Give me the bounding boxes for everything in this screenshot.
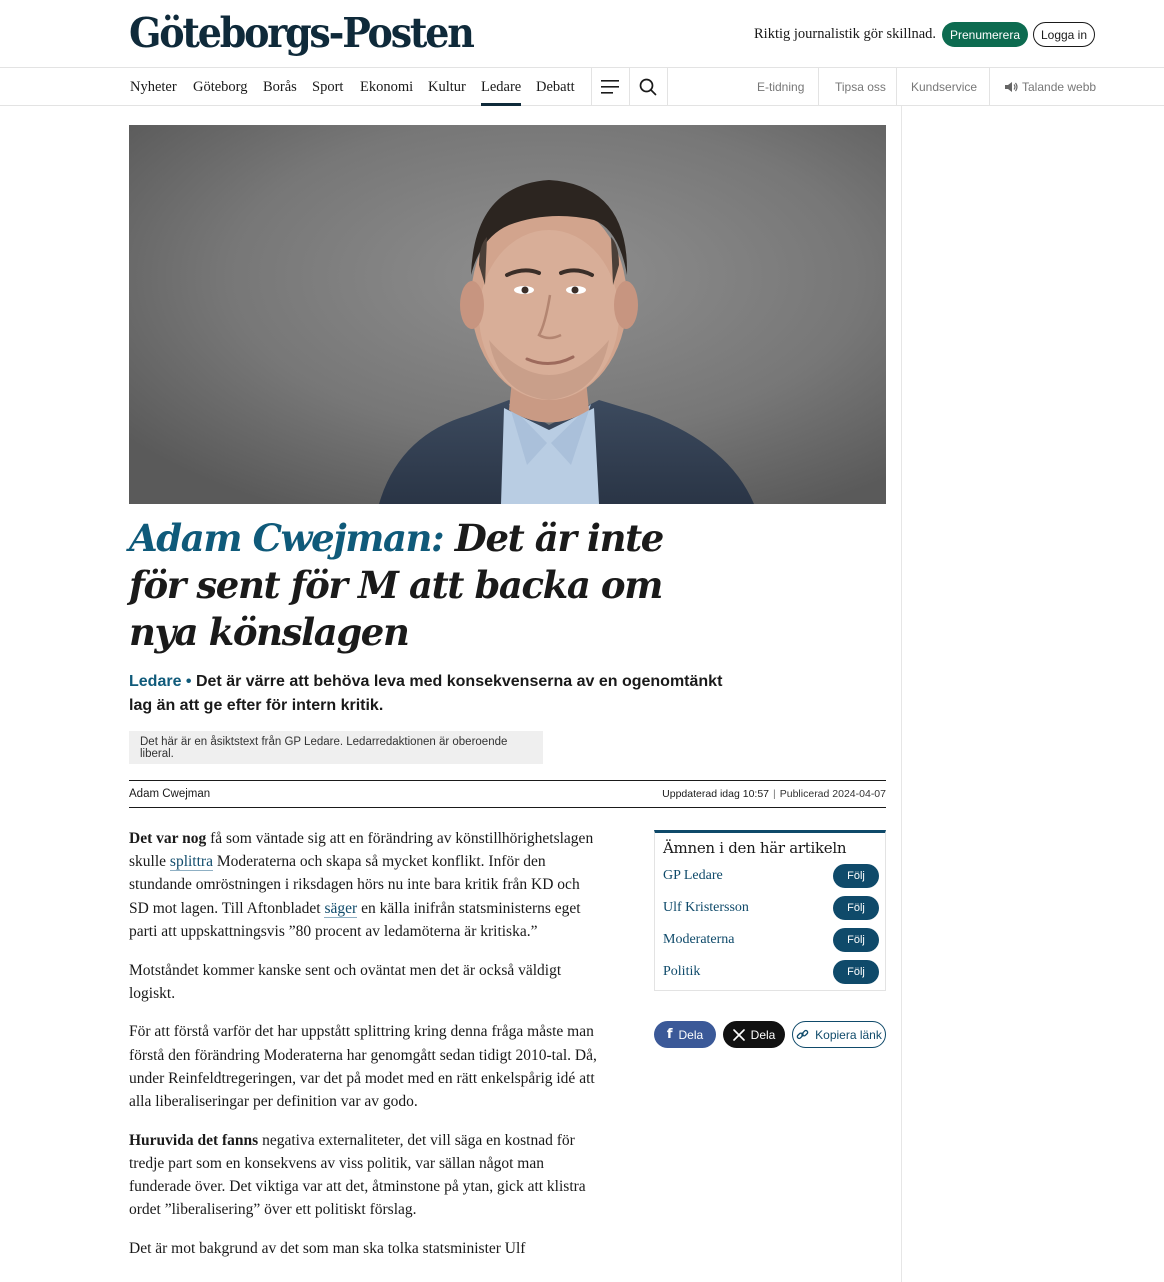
nav-divider xyxy=(667,68,668,106)
updated-time: Uppdaterad idag 10:57 xyxy=(662,788,770,800)
login-button[interactable]: Logga in xyxy=(1033,22,1095,47)
opinion-notice: Det här är en åsiktstext från GP Ledare.… xyxy=(129,731,543,764)
section-label[interactable]: Ledare xyxy=(129,673,181,690)
site-logo[interactable]: Göteborgs-Posten xyxy=(129,8,475,57)
nav-item-sport[interactable]: Sport xyxy=(312,68,343,106)
share-x-label: Dela xyxy=(750,1027,776,1042)
nav-item-goteborg[interactable]: Göteborg xyxy=(193,68,248,106)
topic-row: GP Ledare Följ xyxy=(663,864,879,888)
follow-button[interactable]: Följ xyxy=(833,960,879,984)
portrait-photo xyxy=(129,125,886,504)
inline-link-splittra[interactable]: splittra xyxy=(169,853,213,872)
topics-title: Ämnen i den här artikeln xyxy=(663,839,847,857)
follow-button[interactable]: Följ xyxy=(833,864,879,888)
copy-link-label: Kopiera länk xyxy=(815,1027,882,1042)
topic-link[interactable]: Ulf Kristersson xyxy=(663,900,749,916)
body-paragraph: För att förstå varför det har uppstått s… xyxy=(129,1023,597,1111)
body-paragraph: Motståndet kommer kanske sent och ovänta… xyxy=(129,961,562,1002)
share-facebook-label: Dela xyxy=(678,1027,704,1042)
nav-link-kundservice[interactable]: Kundservice xyxy=(911,68,977,106)
facebook-icon: f xyxy=(666,1027,673,1042)
topic-row: Politik Följ xyxy=(663,960,879,984)
nav-link-tipsa[interactable]: Tipsa oss xyxy=(835,68,886,106)
follow-button[interactable]: Följ xyxy=(833,896,879,920)
article-dates: Uppdaterad idag 10:57 | Publicerad 2024-04… xyxy=(662,788,886,800)
speaker-icon xyxy=(1004,81,1018,93)
follow-button[interactable]: Följ xyxy=(833,928,879,952)
nav-item-kultur[interactable]: Kultur xyxy=(428,68,466,106)
inline-link-sager[interactable]: säger xyxy=(324,899,358,918)
x-icon xyxy=(732,1028,745,1041)
body-paragraph: Huruvida det fanns negativa externalitet… xyxy=(129,1129,599,1222)
topic-link[interactable]: Politik xyxy=(663,964,700,980)
link-icon xyxy=(796,1028,809,1041)
paragraph-lead-bold: Huruvida det fanns xyxy=(129,1131,259,1149)
nav-link-talande-webb[interactable]: Talande webb xyxy=(1004,68,1096,106)
article-topics-box: Ämnen i den här artikeln GP Ledare Följ … xyxy=(654,830,886,991)
column-divider xyxy=(901,106,902,1282)
published-date: Publicerad 2024-04-07 xyxy=(779,788,886,800)
share-x-button[interactable]: Dela xyxy=(723,1021,785,1048)
tagline: Riktig journalistik gör skillnad. xyxy=(754,26,937,42)
lead-text: Det är värre att behöva leva med konsekv… xyxy=(129,673,723,714)
headline-author: Adam Cwejman: xyxy=(129,516,445,560)
copy-link-button[interactable]: Kopiera länk xyxy=(792,1021,886,1048)
byline-author[interactable]: Adam Cwejman xyxy=(129,788,210,800)
nav-item-nyheter[interactable]: Nyheter xyxy=(130,68,177,106)
article-body: Det var nog få som väntade sig att en fö… xyxy=(129,827,599,1276)
topic-row: Ulf Kristersson Följ xyxy=(663,896,879,920)
article-lead: Ledare • Det är värre att behöva leva me… xyxy=(129,670,729,718)
bullet-separator: • xyxy=(181,673,192,690)
nav-link-etidning[interactable]: E-tidning xyxy=(757,68,804,106)
nav-divider xyxy=(896,68,897,106)
body-paragraph: Det är mot bakgrund av det som man ska t… xyxy=(129,1240,526,1258)
nav-divider xyxy=(818,68,819,106)
nav-divider xyxy=(989,68,990,106)
main-nav: Nyheter Göteborg Borås Sport Ekonomi Kul… xyxy=(0,68,1164,106)
subscribe-button[interactable]: Prenumerera xyxy=(942,22,1028,47)
paragraph-lead-bold: Det var nog xyxy=(129,830,207,847)
nav-item-debatt[interactable]: Debatt xyxy=(536,68,575,106)
body-paragraph: Det var nog få som väntade sig att en fö… xyxy=(129,827,599,943)
topic-link[interactable]: Moderaterna xyxy=(663,932,735,948)
nav-item-boras[interactable]: Borås xyxy=(263,68,297,106)
talande-webb-label: Talande webb xyxy=(1022,80,1097,94)
byline-bar: Adam Cwejman Uppdaterad idag 10:57 | Publi… xyxy=(129,780,886,808)
menu-icon[interactable] xyxy=(591,68,629,106)
article-headline: Adam Cwejman: Det är inte för sent för M… xyxy=(129,515,689,656)
topic-row: Moderaterna Följ xyxy=(663,928,879,952)
share-facebook-button[interactable]: f Dela xyxy=(654,1021,716,1048)
nav-item-ekonomi[interactable]: Ekonomi xyxy=(360,68,413,106)
nav-item-ledare[interactable]: Ledare xyxy=(481,68,522,106)
topic-link[interactable]: GP Ledare xyxy=(663,868,723,884)
article-hero-image xyxy=(129,125,886,504)
date-separator: | xyxy=(773,788,776,800)
site-header: Göteborgs-Posten Riktig journalistik gör… xyxy=(0,0,1164,68)
search-icon[interactable] xyxy=(629,68,667,106)
